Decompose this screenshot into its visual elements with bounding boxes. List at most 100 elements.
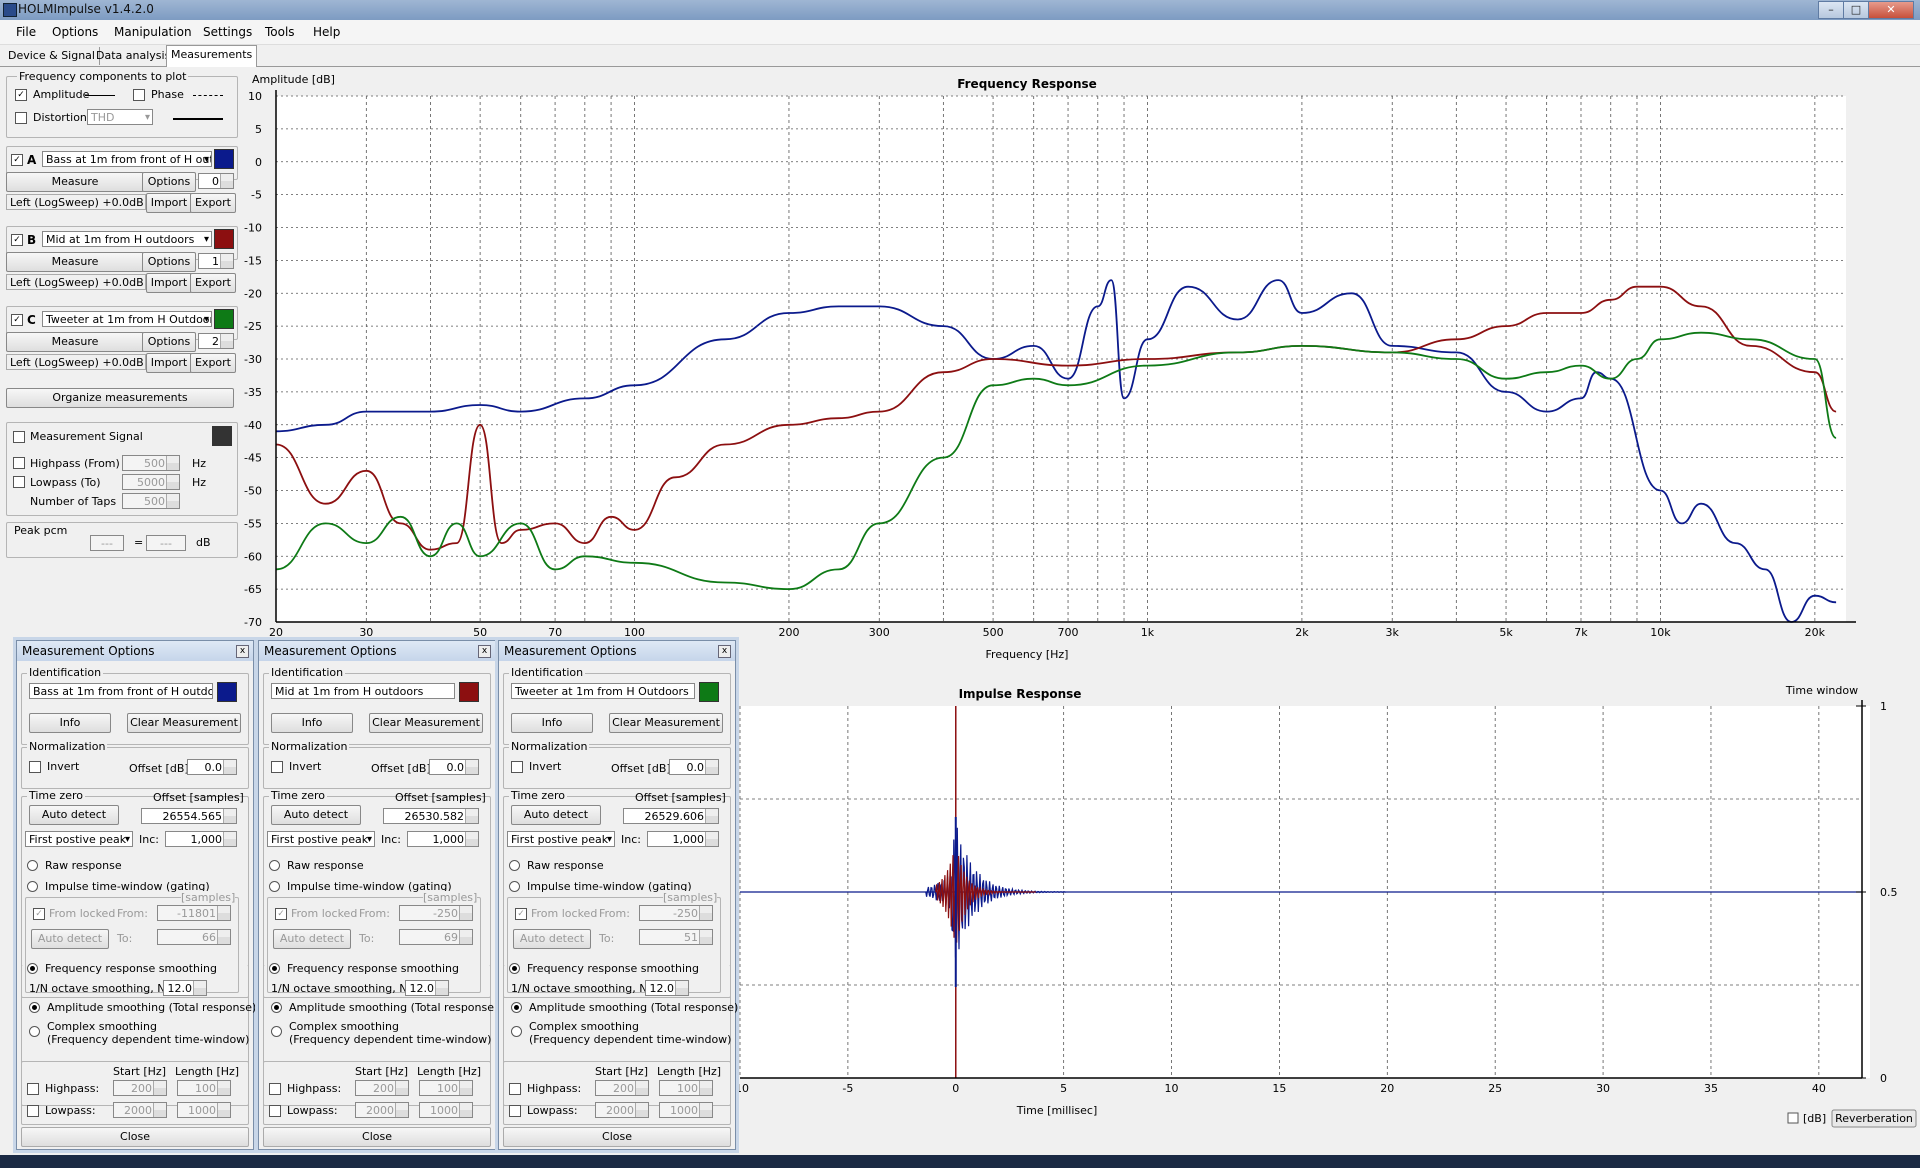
identification-field[interactable]: Tweeter at 1m from H Outdoors [511, 683, 695, 699]
measurement-name-select[interactable]: Mid at 1m from H outdoors [42, 231, 212, 247]
gating-auto-detect-button[interactable]: Auto detect [513, 929, 591, 949]
measurement-index-spinner[interactable]: 1 [198, 253, 234, 269]
offset-db-spinner[interactable]: 0.0 [187, 759, 237, 775]
measurement-name-select[interactable]: Bass at 1m from front of H outdo [42, 151, 212, 167]
clear-measurement-button[interactable]: Clear Measurement [127, 713, 241, 733]
menu-settings[interactable]: Settings [203, 25, 252, 39]
tab-measurements[interactable]: Measurements [166, 45, 258, 67]
menu-options[interactable]: Options [52, 25, 98, 39]
dialog-close-icon[interactable]: x [478, 645, 491, 658]
gating-radio[interactable] [269, 881, 280, 892]
amplitude-checkbox[interactable]: ✓ [15, 89, 27, 101]
offset-samples-spinner[interactable]: 26529.606 [623, 808, 719, 824]
dialog-close-icon[interactable]: x [718, 645, 731, 658]
amplitude-smoothing-radio[interactable] [29, 1002, 40, 1013]
dlg-lowpass-checkbox[interactable] [27, 1105, 39, 1117]
taps-spinner[interactable]: 500 [122, 493, 180, 509]
lp-start-spinner[interactable]: 2000 [113, 1102, 167, 1118]
hp-length-spinner[interactable]: 100 [659, 1080, 713, 1096]
export-button[interactable]: Export [190, 193, 236, 213]
maximize-button[interactable]: □ [1843, 1, 1869, 19]
complex-smoothing-radio[interactable] [511, 1026, 522, 1037]
freq-smoothing-radio[interactable] [509, 963, 520, 974]
measurement-color-swatch[interactable] [214, 309, 234, 329]
hp-length-spinner[interactable]: 100 [177, 1080, 231, 1096]
organize-measurements-button[interactable]: Organize measurements [6, 388, 234, 408]
dlg-lowpass-checkbox[interactable] [509, 1105, 521, 1117]
minimize-button[interactable]: – [1818, 1, 1844, 19]
dialog-close-button[interactable]: Close [503, 1127, 731, 1147]
dialog-close-button[interactable]: Close [263, 1127, 491, 1147]
distortion-checkbox[interactable] [15, 112, 27, 124]
menu-file[interactable]: File [16, 25, 36, 39]
dialog-color-swatch[interactable] [459, 682, 479, 702]
from-spinner[interactable]: -250 [639, 905, 713, 921]
dlg-highpass-checkbox[interactable] [27, 1083, 39, 1095]
identification-field[interactable]: Mid at 1m from H outdoors [271, 683, 455, 699]
measurement-checkbox[interactable]: ✓ [11, 234, 23, 246]
dlg-lowpass-checkbox[interactable] [269, 1105, 281, 1117]
invert-checkbox[interactable] [511, 761, 523, 773]
amplitude-smoothing-radio[interactable] [511, 1002, 522, 1013]
hp-start-spinner[interactable]: 200 [113, 1080, 167, 1096]
offset-db-spinner[interactable]: 0.0 [429, 759, 479, 775]
gating-radio[interactable] [509, 881, 520, 892]
invert-checkbox[interactable] [271, 761, 283, 773]
from-spinner[interactable]: -250 [399, 905, 473, 921]
lp-length-spinner[interactable]: 1000 [659, 1102, 713, 1118]
lp-length-spinner[interactable]: 1000 [419, 1102, 473, 1118]
to-spinner[interactable]: 69 [399, 929, 473, 945]
freq-smoothing-radio[interactable] [27, 963, 38, 974]
identification-field[interactable]: Bass at 1m from front of H outdoors [29, 683, 213, 699]
hp-start-spinner[interactable]: 200 [595, 1080, 649, 1096]
from-spinner[interactable]: -11801 [157, 905, 231, 921]
measurement-signal-checkbox[interactable] [13, 431, 25, 443]
from-locked-checkbox[interactable]: ✓ [275, 908, 287, 920]
signal-color-swatch[interactable] [212, 426, 232, 446]
dialog-color-swatch[interactable] [699, 682, 719, 702]
raw-response-radio[interactable] [27, 860, 38, 871]
octave-spinner[interactable]: 12.0 [405, 980, 449, 996]
frequency-response-chart[interactable]: 1050-5-10-15-20-25-30-35-40-45-50-55-60-… [240, 68, 1920, 668]
peak-mode-select[interactable]: First postive peak [507, 831, 615, 847]
options-button[interactable]: Options [142, 332, 196, 352]
phase-checkbox[interactable] [133, 89, 145, 101]
info-button[interactable]: Info [29, 713, 111, 733]
measure-button[interactable]: Measure [6, 252, 144, 272]
freq-smoothing-radio[interactable] [269, 963, 280, 974]
import-button[interactable]: Import [146, 273, 192, 293]
export-button[interactable]: Export [190, 353, 236, 373]
lowpass-checkbox[interactable] [13, 476, 25, 488]
db-checkbox[interactable] [1787, 1112, 1799, 1124]
dialog-close-icon[interactable]: x [236, 645, 249, 658]
measure-button[interactable]: Measure [6, 172, 144, 192]
offset-db-spinner[interactable]: 0.0 [669, 759, 719, 775]
clear-measurement-button[interactable]: Clear Measurement [369, 713, 483, 733]
measurement-color-swatch[interactable] [214, 149, 234, 169]
options-button[interactable]: Options [142, 252, 196, 272]
inc-spinner[interactable]: 1,000 [165, 831, 237, 847]
offset-samples-spinner[interactable]: 26530.582 [383, 808, 479, 824]
clear-measurement-button[interactable]: Clear Measurement [609, 713, 723, 733]
inc-spinner[interactable]: 1,000 [407, 831, 479, 847]
to-spinner[interactable]: 66 [157, 929, 231, 945]
lp-start-spinner[interactable]: 2000 [595, 1102, 649, 1118]
tab-device-signal[interactable]: Device & Signal [4, 47, 100, 65]
lowpass-spinner[interactable]: 5000 [122, 474, 180, 490]
menu-tools[interactable]: Tools [265, 25, 295, 39]
export-button[interactable]: Export [190, 273, 236, 293]
octave-spinner[interactable]: 12.0 [163, 980, 207, 996]
hp-length-spinner[interactable]: 100 [419, 1080, 473, 1096]
lp-length-spinner[interactable]: 1000 [177, 1102, 231, 1118]
amplitude-smoothing-radio[interactable] [271, 1002, 282, 1013]
inc-spinner[interactable]: 1,000 [647, 831, 719, 847]
offset-samples-spinner[interactable]: 26554.565 [141, 808, 237, 824]
tab-data-analysis[interactable]: Data analysis [92, 47, 176, 65]
auto-detect-button[interactable]: Auto detect [271, 805, 361, 825]
gating-radio[interactable] [27, 881, 38, 892]
auto-detect-button[interactable]: Auto detect [29, 805, 119, 825]
raw-response-radio[interactable] [509, 860, 520, 871]
complex-smoothing-radio[interactable] [29, 1026, 40, 1037]
highpass-spinner[interactable]: 500 [122, 455, 180, 471]
peak-mode-select[interactable]: First postive peak [25, 831, 133, 847]
